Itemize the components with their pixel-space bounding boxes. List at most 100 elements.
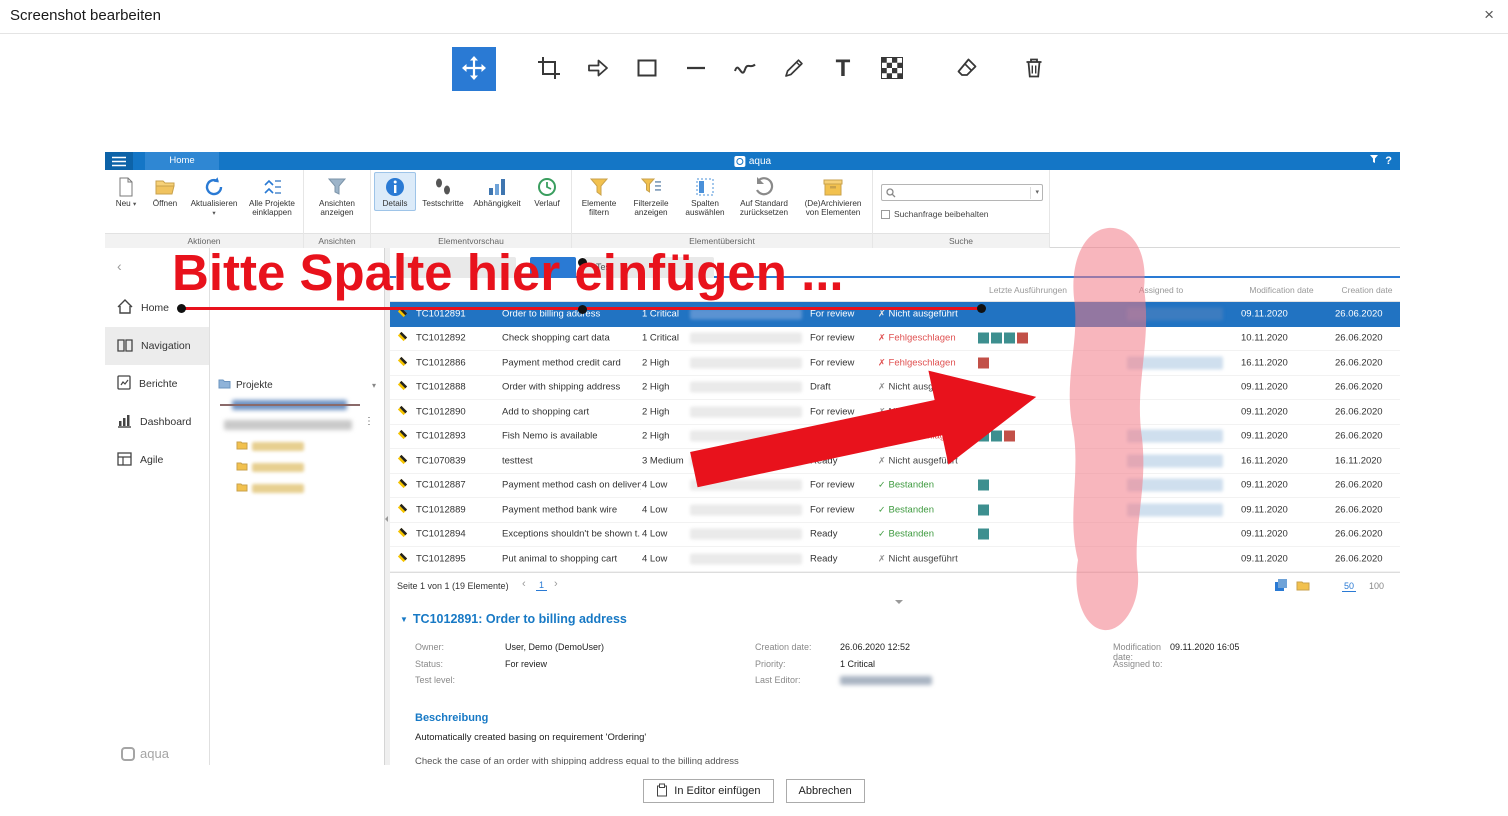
creation-date-cell: 26.06.2020 <box>1335 480 1383 491</box>
table-row-TC1012889[interactable]: TC1012889Payment method bank wire4 LowFo… <box>390 498 1400 523</box>
ribbon-button-details[interactable]: Details <box>374 172 416 211</box>
page-size-100[interactable]: 100 <box>1369 581 1384 591</box>
testcase-icon <box>397 454 408 468</box>
text-annotation[interactable]: Bitte Spalte hier einfügen ... <box>172 243 844 302</box>
arrow-tool[interactable] <box>576 47 620 91</box>
detail-field: Test level: <box>415 675 604 692</box>
aqua-logo-icon <box>121 747 135 761</box>
project-folder-item[interactable] <box>236 482 304 495</box>
sidebar-item-navigation[interactable]: Navigation <box>105 327 209 365</box>
sidebar-item-dashboard[interactable]: Dashboard <box>105 403 209 441</box>
creation-date-cell: 26.06.2020 <box>1335 406 1383 417</box>
testcase-icon <box>397 405 408 419</box>
project-folder-item[interactable] <box>236 461 304 474</box>
testcase-id: TC1012886 <box>416 357 466 368</box>
table-row-TC1012892[interactable]: TC1012892Check shopping cart data1 Criti… <box>390 327 1400 352</box>
ribbon-button-history[interactable]: Verlauf <box>526 172 568 211</box>
execution-history-cell <box>978 529 989 540</box>
selection-handle[interactable] <box>578 305 587 314</box>
next-page-icon[interactable]: › <box>554 578 558 590</box>
text-tool[interactable]: T <box>821 47 865 91</box>
priority-cell: 2 High <box>642 382 669 393</box>
curve-tool[interactable] <box>723 47 767 91</box>
insert-editor-button[interactable]: In Editor einfügen <box>643 779 773 803</box>
search-input[interactable]: ▾ <box>881 184 1043 201</box>
project-folder-item[interactable] <box>236 440 304 453</box>
column-header-modification[interactable]: Modification date <box>1234 285 1329 295</box>
detail-splitter[interactable] <box>390 598 1400 606</box>
page-size-50[interactable]: 50 <box>1342 581 1356 592</box>
chevron-down-icon[interactable]: ▾ <box>372 381 376 390</box>
sidebar-item-agile[interactable]: Agile <box>105 441 209 479</box>
testcase-name: Put animal to shopping cart <box>502 553 641 564</box>
ribbon-button-dependency[interactable]: Abhängigkeit <box>470 172 524 211</box>
execution-square <box>978 529 989 540</box>
testcase-id: TC1012894 <box>416 529 466 540</box>
aqua-footer-logo: aqua <box>121 746 169 761</box>
pen-tool[interactable] <box>772 47 816 91</box>
pagination-info: Seite 1 von 1 (19 Elemente) <box>397 581 509 591</box>
ribbon-button-filter[interactable]: Elemente filtern <box>575 172 623 221</box>
tab-home[interactable]: Home <box>145 152 219 170</box>
modification-date-cell: 09.11.2020 <box>1241 431 1288 442</box>
pin-icon[interactable] <box>1370 155 1378 167</box>
line-tool[interactable] <box>674 47 718 91</box>
projects-header[interactable]: Projekte ▾ <box>218 378 376 392</box>
column-header-creation[interactable]: Creation date <box>1334 285 1400 295</box>
ribbon-button-open[interactable]: Öffnen <box>146 172 184 211</box>
ribbon-button-refresh[interactable]: Aktualisieren ▾ <box>186 172 242 221</box>
dashboard-icon <box>117 414 132 431</box>
highlight-marker-annotation[interactable] <box>1058 226 1164 634</box>
trash-tool[interactable] <box>1012 47 1056 91</box>
ribbon-button-collapse[interactable]: Alle Projekte einklappen <box>244 172 300 221</box>
testcase-name: Check shopping cart data <box>502 333 641 344</box>
pixelate-tool[interactable] <box>870 47 914 91</box>
ribbon-button-filterrow[interactable]: Filterzeile anzeigen <box>625 172 677 221</box>
selection-handle[interactable] <box>177 304 186 313</box>
ribbon-group: ▾Suchanfrage beibehaltenSuche <box>873 170 1050 248</box>
chevron-down-icon: ▾ <box>133 201 136 208</box>
sidebar-item-reports[interactable]: Berichte <box>105 365 209 403</box>
rectangle-tool[interactable] <box>625 47 669 91</box>
rectangle-icon <box>634 55 660 84</box>
detail-panel: ▼TC1012891: Order to billing address Own… <box>390 606 1400 765</box>
selection-handle[interactable] <box>977 304 986 313</box>
folder-view-icon[interactable] <box>1296 580 1310 593</box>
ribbon-button-new[interactable]: Neu ▾ <box>108 172 144 211</box>
export-icon[interactable] <box>1274 579 1288 594</box>
keep-search-checkbox[interactable]: Suchanfrage beibehalten <box>881 209 1043 219</box>
ribbon-button-columns[interactable]: Spalten auswählen <box>679 172 731 221</box>
help-icon[interactable]: ? <box>1385 155 1392 167</box>
search-dropdown-icon[interactable]: ▾ <box>1030 187 1039 199</box>
testcase-name: Fish Nemo is available <box>502 431 641 442</box>
back-chevron-icon[interactable]: ‹ <box>117 258 122 274</box>
move-tool[interactable] <box>452 47 496 91</box>
pen-icon <box>781 55 807 84</box>
cancel-button[interactable]: Abbrechen <box>786 779 865 803</box>
close-icon[interactable]: × <box>1484 5 1494 25</box>
redacted-project-name[interactable] <box>224 420 352 430</box>
table-row-TC1012891[interactable]: TC1012891Order to billing address1 Criti… <box>390 302 1400 327</box>
priority-cell: 4 Low <box>642 553 667 564</box>
aqua-logo-icon <box>734 156 745 167</box>
screenshot-editor-dialog: Screenshot bearbeiten × T Home aqua ? Ne… <box>0 0 1508 816</box>
detail-title[interactable]: ▼TC1012891: Order to billing address <box>400 612 627 626</box>
table-row-TC1012894[interactable]: TC1012894Exceptions shouldn't be shown t… <box>390 523 1400 548</box>
ribbon-button-archive[interactable]: (De)Archivieren von Elementen <box>797 172 869 221</box>
ribbon-button-teststeps[interactable]: Testschritte <box>418 172 468 211</box>
creation-date-cell: 26.06.2020 <box>1335 553 1383 564</box>
page-number[interactable]: 1 <box>536 580 547 591</box>
detail-field: Assigned to: <box>1113 659 1239 676</box>
priority-cell: 2 High <box>642 406 669 417</box>
ribbon-button-reset[interactable]: Auf Standard zurücksetzen <box>733 172 795 221</box>
eraser-tool[interactable] <box>945 47 989 91</box>
ribbon-button-views[interactable]: Ansichten anzeigen <box>307 172 367 221</box>
cross-icon: ✗ <box>878 333 886 344</box>
crop-tool[interactable] <box>527 47 571 91</box>
archive-icon <box>822 175 844 199</box>
menu-icon[interactable] <box>105 152 133 170</box>
prev-page-icon[interactable]: ‹ <box>522 578 526 590</box>
overflow-menu-icon[interactable]: ⋮ <box>364 416 374 427</box>
folder-icon <box>218 378 231 392</box>
table-row-TC1012895[interactable]: TC1012895Put animal to shopping cart4 Lo… <box>390 547 1400 572</box>
